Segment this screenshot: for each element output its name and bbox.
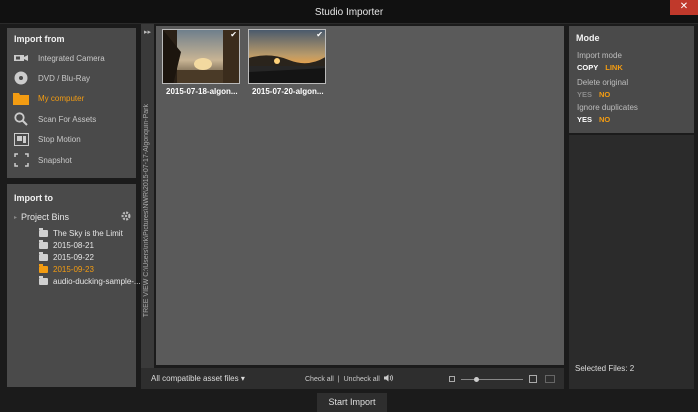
start-import-button[interactable]: Start Import: [317, 393, 387, 412]
bin-settings-icon[interactable]: [120, 211, 132, 223]
folder-icon: [13, 91, 29, 105]
delete-original-no[interactable]: NO: [599, 90, 610, 99]
import-to-heading: Import to: [14, 193, 53, 203]
title-bar: Studio Importer ✕: [0, 0, 698, 24]
source-label: Scan For Assets: [38, 114, 97, 124]
thumbnail-label: 2015-07-18-algon...: [166, 87, 238, 96]
small-thumbnails-icon[interactable]: [449, 376, 455, 382]
source-integrated-camera[interactable]: Integrated Camera: [13, 50, 133, 66]
bin-label: The Sky is the Limit: [53, 228, 123, 238]
selected-files-count: Selected Files: 2: [575, 364, 635, 373]
source-label: My computer: [38, 93, 85, 103]
expand-arrow-icon[interactable]: ▸: [14, 214, 17, 221]
disc-icon: [13, 71, 29, 85]
bin-label: audio-ducking-sample-...: [53, 276, 141, 286]
close-button[interactable]: ✕: [670, 0, 698, 15]
folder-icon: [39, 227, 48, 237]
file-filter-dropdown[interactable]: All compatible asset files ▾: [151, 374, 245, 383]
bin-item[interactable]: The Sky is the Limit: [39, 227, 123, 239]
project-bins-label: Project Bins: [21, 212, 70, 222]
asset-thumbnail[interactable]: ✔ 2015-07-18-algon...: [162, 29, 240, 97]
source-label: Integrated Camera: [38, 53, 105, 63]
import-mode-label: Import mode: [577, 51, 622, 60]
check-all-link[interactable]: Check all: [305, 376, 334, 383]
stop-motion-icon: [13, 132, 29, 146]
source-my-computer[interactable]: My computer: [13, 90, 133, 106]
separator: |: [337, 375, 340, 383]
folder-icon: [39, 251, 48, 261]
import-mode-copy[interactable]: COPY: [577, 63, 598, 72]
snapshot-icon: [13, 153, 29, 167]
asset-browser[interactable]: ✔ 2015-07-18-algon... ✔ 2015-07-20-algon…: [156, 26, 564, 365]
ignore-duplicates-options: YES NO: [577, 115, 617, 124]
mode-heading: Mode: [576, 33, 600, 43]
ignore-duplicates-label: Ignore duplicates: [577, 103, 638, 112]
camera-icon: [13, 51, 29, 65]
folder-icon: [39, 263, 48, 273]
source-label: Stop Motion: [38, 134, 81, 144]
browser-toolbar: All compatible asset files ▾ Check all |…: [141, 368, 564, 389]
search-icon: [13, 112, 29, 126]
import-from-heading: Import from: [14, 34, 65, 44]
tree-view-strip[interactable]: ▸▸ TREE VIEW C:\Users\nrk\Pictures\NWR\2…: [141, 24, 154, 389]
source-snapshot[interactable]: Snapshot: [13, 152, 133, 168]
bin-label: 2015-09-22: [53, 252, 94, 262]
thumbnail-label: 2015-07-20-algon...: [252, 87, 324, 96]
mode-panel: Mode Import mode COPY LINK Delete origin…: [569, 26, 694, 133]
folder-icon: [39, 239, 48, 249]
zoom-slider-handle[interactable]: [474, 376, 479, 382]
import-mode-link[interactable]: LINK: [605, 63, 623, 72]
bin-label: 2015-08-21: [53, 240, 94, 250]
full-view-icon[interactable]: [545, 375, 555, 383]
thumbnail-zoom-control: [449, 374, 557, 384]
source-label: Snapshot: [38, 155, 72, 165]
bin-label: 2015-09-23: [53, 264, 94, 274]
source-dvd-bluray[interactable]: DVD / Blu-Ray: [13, 70, 133, 86]
ignore-duplicates-no[interactable]: NO: [599, 115, 610, 124]
import-from-panel: Import from Integrated Camera DVD / Blu-…: [7, 28, 136, 178]
import-to-panel: Import to ▸ Project Bins The Sky is the …: [7, 184, 141, 387]
folder-icon: [39, 275, 48, 285]
selection-info-panel: Selected Files: 2: [569, 135, 694, 389]
checkmark-icon[interactable]: ✔: [316, 30, 323, 39]
bin-item[interactable]: 2015-08-21: [39, 239, 94, 251]
delete-original-options: YES NO: [577, 90, 617, 99]
source-label: DVD / Blu-Ray: [38, 73, 91, 83]
check-controls: Check all | Uncheck all: [305, 374, 394, 384]
checkmark-icon[interactable]: ✔: [230, 30, 237, 39]
tree-view-path: TREE VIEW C:\Users\nrk\Pictures\NWR\2015…: [143, 103, 150, 317]
source-stop-motion[interactable]: Stop Motion: [13, 131, 133, 147]
uncheck-all-link[interactable]: Uncheck all: [344, 376, 380, 383]
thumbnail-image: [248, 29, 326, 84]
bin-item-selected[interactable]: 2015-09-23: [39, 263, 94, 275]
project-bins-root[interactable]: ▸ Project Bins: [14, 210, 132, 224]
asset-thumbnail[interactable]: ✔ 2015-07-20-algon...: [248, 29, 326, 97]
zoom-slider[interactable]: [461, 376, 523, 382]
bin-item[interactable]: audio-ducking-sample-...: [39, 275, 141, 287]
thumbnail-image: [162, 29, 240, 84]
import-mode-options: COPY LINK: [577, 63, 630, 72]
ignore-duplicates-yes[interactable]: YES: [577, 115, 592, 124]
expand-tree-icon[interactable]: ▸▸: [144, 28, 151, 36]
delete-original-yes[interactable]: YES: [577, 90, 592, 99]
delete-original-label: Delete original: [577, 78, 629, 87]
large-thumbnails-icon[interactable]: [529, 375, 537, 383]
bin-item[interactable]: 2015-09-22: [39, 251, 94, 263]
source-scan-for-assets[interactable]: Scan For Assets: [13, 111, 133, 127]
speaker-icon[interactable]: [383, 374, 394, 384]
window-title: Studio Importer: [314, 7, 384, 18]
